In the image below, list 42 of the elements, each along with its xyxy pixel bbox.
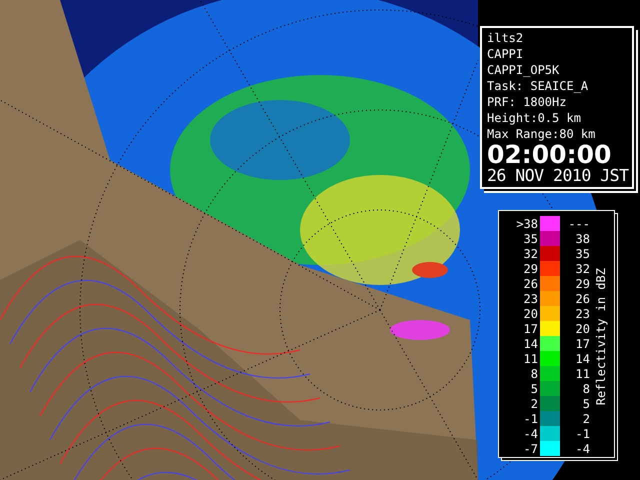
legend-label: 5 <box>530 382 539 396</box>
legend-label: --- <box>567 216 591 230</box>
info-line: ilts2 <box>487 30 524 46</box>
info-line: CAPPI <box>487 46 524 62</box>
legend-label: 11 <box>522 352 539 366</box>
legend-label: -7 <box>522 442 539 456</box>
legend-label: 11 <box>574 366 591 380</box>
legend-label: 26 <box>574 292 591 306</box>
time-text: 02:00:00 <box>487 142 612 167</box>
legend-label: 17 <box>574 336 591 350</box>
info-line: CAPPI_OP5K <box>487 62 560 78</box>
legend-label: 38 <box>574 232 591 246</box>
legend-label: 14 <box>574 352 591 366</box>
legend-label: 8 <box>582 382 591 396</box>
legend-label: 23 <box>522 292 539 306</box>
legend-label: 20 <box>522 306 539 320</box>
legend-label: 29 <box>522 262 539 276</box>
legend-label: 26 <box>522 276 539 290</box>
info-line: PRF: 1800Hz <box>487 94 568 110</box>
legend-label: 29 <box>574 276 591 290</box>
legend-label: 2 <box>530 396 539 410</box>
date-text: 26 NOV 2010 JST <box>487 167 628 185</box>
info-line: Height:0.5 km <box>487 110 582 126</box>
legend-label: 17 <box>522 322 539 336</box>
legend-label: 32 <box>522 246 539 260</box>
legend-label: 2 <box>582 412 591 426</box>
legend-title: Reflectivity in dBZ <box>594 268 608 406</box>
legend-label: -1 <box>522 412 539 426</box>
legend-label: 35 <box>574 246 591 260</box>
legend-label: 5 <box>582 396 591 410</box>
legend-label: 20 <box>574 322 591 336</box>
legend-label: -1 <box>574 426 591 440</box>
legend-label: >38 <box>515 216 539 230</box>
legend-label: -4 <box>574 442 591 456</box>
legend-label: -4 <box>522 426 539 440</box>
legend-label: 32 <box>574 262 591 276</box>
legend-label: 14 <box>522 336 539 350</box>
legend-label: 35 <box>522 232 539 246</box>
legend-label: 23 <box>574 306 591 320</box>
info-line: Task: SEAICE_A <box>487 78 590 94</box>
legend-label: 8 <box>530 366 539 380</box>
info-line: Max Range:80 km <box>487 126 596 142</box>
